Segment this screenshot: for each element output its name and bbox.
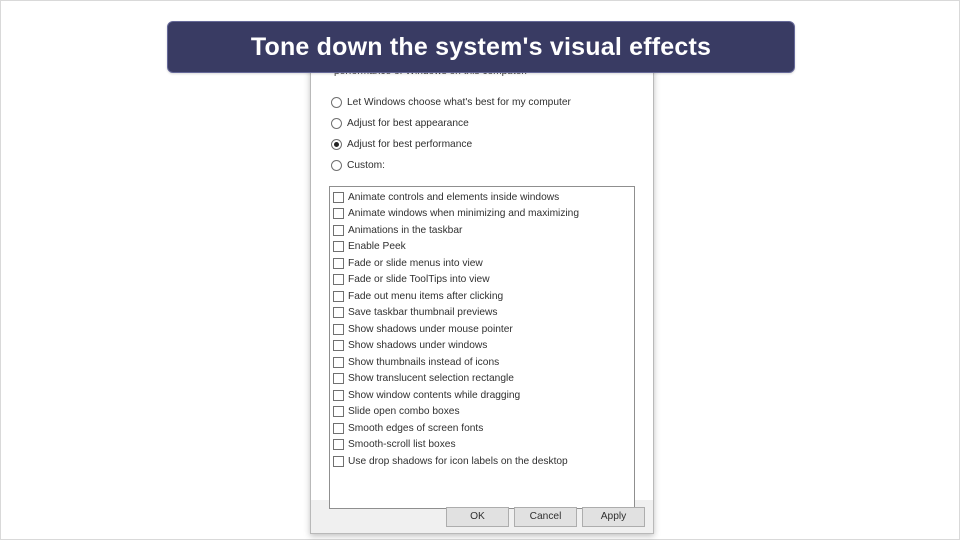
checkbox-label: Use drop shadows for icon labels on the … (348, 456, 568, 467)
checkbox-label: Show shadows under windows (348, 340, 487, 351)
radio-icon (331, 139, 342, 150)
checkbox-label: Enable Peek (348, 241, 406, 252)
checkbox-label: Show translucent selection rectangle (348, 373, 514, 384)
ok-button[interactable]: OK (446, 507, 509, 527)
checkbox-label: Smooth edges of screen fonts (348, 423, 483, 434)
checkbox-icon (333, 208, 344, 219)
checkbox-icon (333, 456, 344, 467)
checkbox-option-8[interactable]: Show shadows under mouse pointer (333, 321, 631, 338)
checkbox-option-7[interactable]: Save taskbar thumbnail previews (333, 305, 631, 322)
checkbox-icon (333, 241, 344, 252)
checkbox-label: Save taskbar thumbnail previews (348, 307, 498, 318)
radio-option-1[interactable]: Adjust for best appearance (331, 113, 571, 133)
radio-label: Let Windows choose what's best for my co… (347, 97, 571, 108)
checkbox-icon (333, 390, 344, 401)
dialog-body: performance of Windows on this computer.… (311, 63, 653, 500)
checkbox-label: Animate controls and elements inside win… (348, 192, 559, 203)
checkbox-icon (333, 439, 344, 450)
checkbox-label: Show shadows under mouse pointer (348, 324, 513, 335)
checkbox-option-5[interactable]: Fade or slide ToolTips into view (333, 272, 631, 289)
checkbox-label: Smooth-scroll list boxes (348, 439, 456, 450)
checkbox-option-9[interactable]: Show shadows under windows (333, 338, 631, 355)
radio-option-0[interactable]: Let Windows choose what's best for my co… (331, 92, 571, 112)
checkbox-option-3[interactable]: Enable Peek (333, 239, 631, 256)
checkbox-option-15[interactable]: Smooth-scroll list boxes (333, 437, 631, 454)
checkbox-option-10[interactable]: Show thumbnails instead of icons (333, 354, 631, 371)
checkbox-label: Show thumbnails instead of icons (348, 357, 499, 368)
checkbox-icon (333, 406, 344, 417)
radio-label: Adjust for best appearance (347, 118, 469, 129)
checkbox-label: Show window contents while dragging (348, 390, 520, 401)
slide-title-bar: Tone down the system's visual effects (167, 21, 795, 73)
checkbox-icon (333, 291, 344, 302)
checkbox-option-6[interactable]: Fade out menu items after clicking (333, 288, 631, 305)
radio-icon (331, 118, 342, 129)
visual-effects-radio-group: Let Windows choose what's best for my co… (331, 92, 571, 176)
checkbox-option-13[interactable]: Slide open combo boxes (333, 404, 631, 421)
checkbox-option-11[interactable]: Show translucent selection rectangle (333, 371, 631, 388)
apply-button[interactable]: Apply (582, 507, 645, 527)
checkbox-icon (333, 423, 344, 434)
checkbox-icon (333, 373, 344, 384)
slide-title: Tone down the system's visual effects (251, 33, 711, 62)
checkbox-label: Fade or slide menus into view (348, 258, 483, 269)
checkbox-label: Slide open combo boxes (348, 406, 460, 417)
radio-option-3[interactable]: Custom: (331, 155, 571, 175)
checkbox-option-4[interactable]: Fade or slide menus into view (333, 255, 631, 272)
checkbox-option-16[interactable]: Use drop shadows for icon labels on the … (333, 453, 631, 470)
checkbox-icon (333, 307, 344, 318)
checkbox-option-12[interactable]: Show window contents while dragging (333, 387, 631, 404)
checkbox-option-0[interactable]: Animate controls and elements inside win… (333, 189, 631, 206)
checkbox-icon (333, 324, 344, 335)
checkbox-label: Fade out menu items after clicking (348, 291, 503, 302)
dialog-button-row: OK Cancel Apply (438, 500, 653, 533)
checkbox-option-1[interactable]: Animate windows when minimizing and maxi… (333, 206, 631, 223)
checkbox-icon (333, 225, 344, 236)
checkbox-label: Animations in the taskbar (348, 225, 462, 236)
performance-options-dialog: performance of Windows on this computer.… (310, 62, 654, 534)
checkbox-option-14[interactable]: Smooth edges of screen fonts (333, 420, 631, 437)
checkbox-option-2[interactable]: Animations in the taskbar (333, 222, 631, 239)
checkbox-icon (333, 340, 344, 351)
checkbox-icon (333, 274, 344, 285)
checkbox-icon (333, 258, 344, 269)
visual-effects-checklist: Animate controls and elements inside win… (329, 186, 635, 509)
radio-label: Custom: (347, 160, 385, 171)
radio-option-2[interactable]: Adjust for best performance (331, 134, 571, 154)
radio-icon (331, 160, 342, 171)
checkbox-label: Fade or slide ToolTips into view (348, 274, 490, 285)
checkbox-icon (333, 357, 344, 368)
radio-icon (331, 97, 342, 108)
cancel-button[interactable]: Cancel (514, 507, 577, 527)
checkbox-label: Animate windows when minimizing and maxi… (348, 208, 579, 219)
radio-label: Adjust for best performance (347, 139, 472, 150)
checkbox-icon (333, 192, 344, 203)
